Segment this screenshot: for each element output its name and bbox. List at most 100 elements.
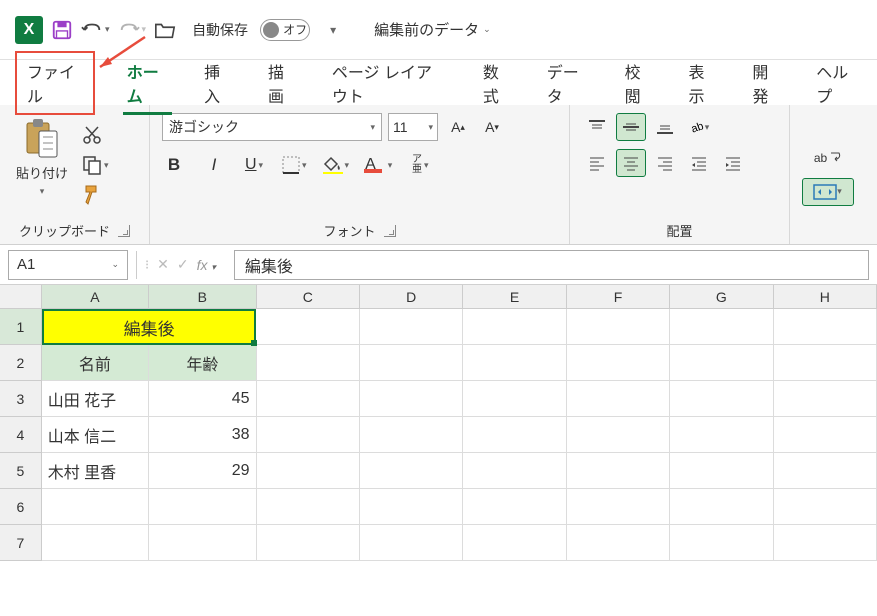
cell-G4[interactable]	[670, 417, 773, 453]
col-header-B[interactable]: B	[149, 285, 256, 309]
save-icon[interactable]	[51, 19, 73, 41]
cell-G6[interactable]	[670, 489, 773, 525]
cell-A7[interactable]	[42, 525, 149, 561]
cell-F5[interactable]	[567, 453, 670, 489]
cell-D2[interactable]	[360, 345, 463, 381]
cell-F1[interactable]	[567, 309, 670, 345]
cell-E5[interactable]	[463, 453, 566, 489]
cell-C3[interactable]	[257, 381, 360, 417]
undo-button[interactable]: ▾	[81, 20, 110, 40]
chevron-down-icon[interactable]: ▾	[104, 160, 109, 171]
cell-C1[interactable]	[256, 309, 359, 345]
fill-color-button[interactable]: ▾	[323, 151, 350, 179]
cell-D1[interactable]	[360, 309, 463, 345]
font-shrink-button[interactable]: A▾	[478, 113, 506, 141]
cell-C4[interactable]	[257, 417, 360, 453]
cell-B3[interactable]: 45	[149, 381, 256, 417]
cell-A5[interactable]: 木村 里香	[42, 453, 149, 489]
cell-C5[interactable]	[257, 453, 360, 489]
tab-developer[interactable]: 開発	[748, 51, 784, 115]
cell-C7[interactable]	[257, 525, 360, 561]
cell-F3[interactable]	[567, 381, 670, 417]
cell-D7[interactable]	[360, 525, 463, 561]
align-bottom-button[interactable]	[650, 113, 680, 141]
tab-view[interactable]: 表示	[684, 51, 720, 115]
font-name-select[interactable]: 游ゴシック▾	[162, 113, 382, 141]
col-header-E[interactable]: E	[463, 285, 566, 309]
cell-F4[interactable]	[567, 417, 670, 453]
cell-H2[interactable]	[774, 345, 877, 381]
font-color-button[interactable]: A▾	[365, 151, 392, 179]
underline-button[interactable]: U▾	[242, 151, 266, 179]
cell-H7[interactable]	[774, 525, 877, 561]
col-header-D[interactable]: D	[360, 285, 463, 309]
tab-file[interactable]: ファイル	[15, 51, 95, 115]
row-header-6[interactable]: 6	[0, 489, 42, 525]
chevron-down-icon[interactable]: ▾	[105, 24, 110, 35]
align-center-button[interactable]	[616, 149, 646, 177]
select-all-corner[interactable]	[0, 285, 42, 309]
cell-E4[interactable]	[463, 417, 566, 453]
cell-E1[interactable]	[463, 309, 566, 345]
cell-C6[interactable]	[257, 489, 360, 525]
tab-formulas[interactable]: 数式	[479, 51, 515, 115]
cell-H4[interactable]	[774, 417, 877, 453]
cell-H5[interactable]	[774, 453, 877, 489]
cell-G5[interactable]	[670, 453, 773, 489]
cell-A2[interactable]: 名前	[42, 345, 149, 381]
cell-H1[interactable]	[774, 309, 877, 345]
cell-G3[interactable]	[670, 381, 773, 417]
orientation-button[interactable]: ab▾	[684, 113, 714, 141]
cell-C2[interactable]	[257, 345, 360, 381]
cut-button[interactable]	[82, 124, 110, 146]
cell-D3[interactable]	[360, 381, 463, 417]
row-header-2[interactable]: 2	[0, 345, 42, 381]
font-size-select[interactable]: 11▾	[388, 113, 438, 141]
row-header-4[interactable]: 4	[0, 417, 42, 453]
tab-data[interactable]: データ	[543, 51, 593, 115]
bold-button[interactable]: B	[162, 151, 186, 179]
cell-D5[interactable]	[360, 453, 463, 489]
cell-H6[interactable]	[774, 489, 877, 525]
merge-cells-button[interactable]: ▾	[802, 178, 854, 206]
cell-F2[interactable]	[567, 345, 670, 381]
copy-button[interactable]: ▾	[82, 154, 110, 176]
fx-button[interactable]: fx ▾	[197, 257, 216, 273]
cancel-formula-button[interactable]: ✕	[157, 256, 169, 273]
align-top-button[interactable]	[582, 113, 612, 141]
font-launcher[interactable]	[384, 225, 396, 237]
cell-F6[interactable]	[567, 489, 670, 525]
cell-F7[interactable]	[567, 525, 670, 561]
autosave-toggle[interactable]: オフ	[260, 19, 310, 41]
formula-input[interactable]: 編集後	[234, 250, 869, 280]
cell-A6[interactable]	[42, 489, 149, 525]
italic-button[interactable]: I	[202, 151, 226, 179]
align-middle-button[interactable]	[616, 113, 646, 141]
cell-B4[interactable]: 38	[149, 417, 256, 453]
row-header-1[interactable]: 1	[0, 309, 42, 345]
cell-A1[interactable]: 編集後	[42, 309, 257, 345]
cell-H3[interactable]	[774, 381, 877, 417]
align-right-button[interactable]	[650, 149, 680, 177]
cell-G7[interactable]	[670, 525, 773, 561]
cell-B2[interactable]: 年齢	[149, 345, 256, 381]
cell-G1[interactable]	[670, 309, 773, 345]
cell-A3[interactable]: 山田 花子	[42, 381, 149, 417]
cell-E3[interactable]	[463, 381, 566, 417]
indent-increase-button[interactable]	[718, 149, 748, 177]
cell-A4[interactable]: 山本 信二	[42, 417, 149, 453]
paste-button[interactable]: 貼り付け ▾	[12, 113, 72, 217]
clipboard-launcher[interactable]	[118, 225, 130, 237]
confirm-formula-button[interactable]: ✓	[177, 256, 189, 273]
font-grow-button[interactable]: A▴	[444, 113, 472, 141]
col-header-F[interactable]: F	[567, 285, 670, 309]
cell-E7[interactable]	[463, 525, 566, 561]
format-painter-button[interactable]	[82, 184, 110, 206]
cell-E6[interactable]	[463, 489, 566, 525]
cell-E2[interactable]	[463, 345, 566, 381]
tab-review[interactable]: 校閲	[621, 51, 657, 115]
cell-D6[interactable]	[360, 489, 463, 525]
cell-B5[interactable]: 29	[149, 453, 256, 489]
tab-home[interactable]: ホーム	[123, 51, 172, 115]
row-header-3[interactable]: 3	[0, 381, 42, 417]
